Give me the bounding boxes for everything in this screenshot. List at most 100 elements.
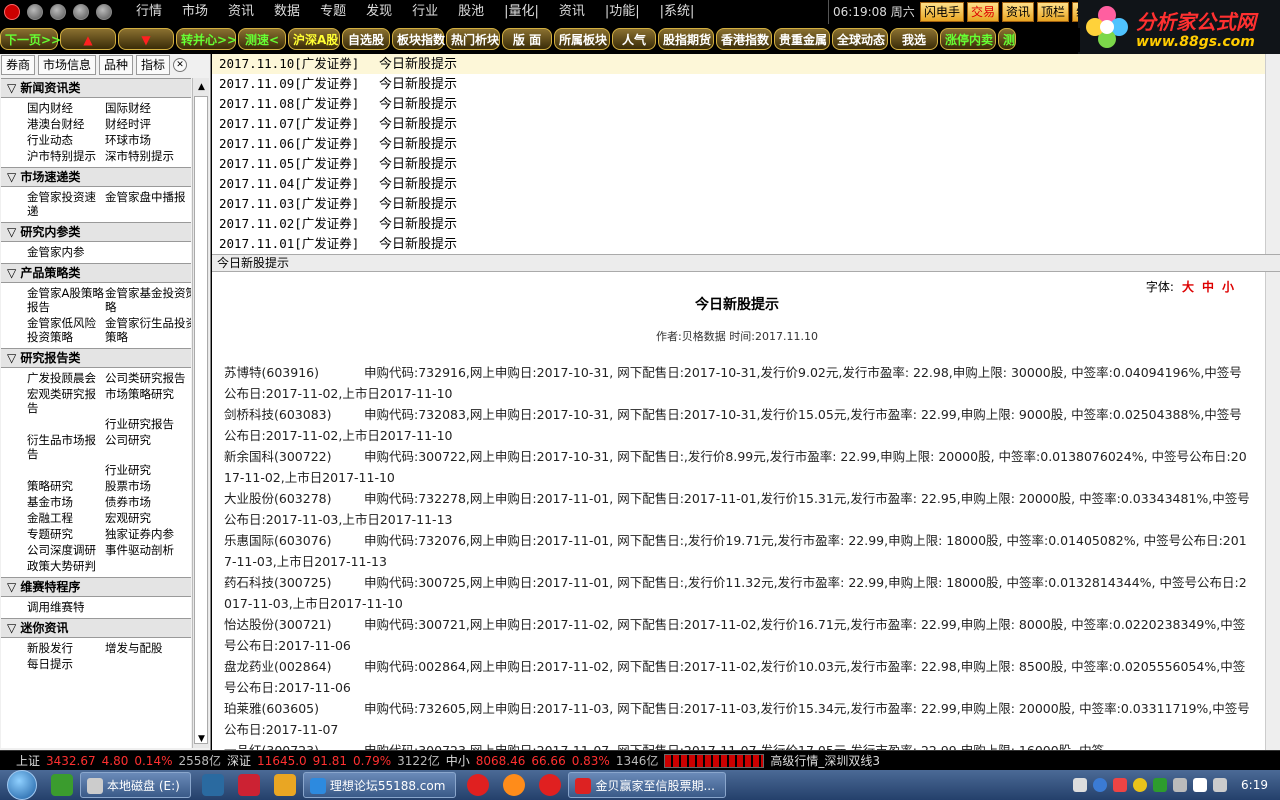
nav-link[interactable]: 每日提示 <box>27 657 105 671</box>
nav-link[interactable]: 金管家内参 <box>27 245 105 259</box>
font-large-link[interactable]: 大 <box>1182 280 1194 294</box>
nav-link[interactable]: 公司类研究报告 <box>105 371 191 385</box>
ie-icon[interactable] <box>51 774 73 796</box>
menu-item[interactable]: 行业 <box>402 0 448 24</box>
app-icon[interactable] <box>467 774 490 796</box>
left-tab[interactable]: 券商 <box>1 55 36 75</box>
nav-link[interactable]: 独家证券内参 <box>105 527 191 541</box>
nav-link[interactable]: 基金市场 <box>27 495 105 509</box>
nav-link[interactable]: 公司研究 <box>105 433 191 461</box>
news-list-row[interactable]: 2017.11.07[广发证券] 今日新股提示 <box>212 114 1280 134</box>
toolbar-button[interactable]: 转并心>> <box>176 28 237 50</box>
security-shield-icon[interactable] <box>1153 778 1168 792</box>
close-icon[interactable]: ✕ <box>173 58 188 72</box>
article-scrollbar[interactable] <box>1265 272 1280 750</box>
left-tab[interactable]: 市场信息 <box>38 55 97 75</box>
toolbar-button[interactable]: 涨停内卖 <box>940 28 996 50</box>
scroll-down-icon[interactable]: ▼ <box>194 731 209 747</box>
nav-link[interactable]: 政策大势研判 <box>27 559 105 573</box>
toolbar-button[interactable]: 全球动态 <box>832 28 888 50</box>
toolbar-button[interactable]: 自选股 <box>342 28 390 50</box>
nav-link[interactable]: 金管家盘中播报 <box>105 190 191 218</box>
nav-link[interactable]: 金管家投资速递 <box>27 190 105 218</box>
refresh-circle-icon[interactable] <box>73 4 89 20</box>
tray-app-icon[interactable] <box>1173 778 1188 792</box>
section-header[interactable]: ▽ 研究报告类 <box>1 348 191 368</box>
nav-link[interactable]: 金融工程 <box>27 511 105 525</box>
news-list-row[interactable]: 2017.11.04[广发证券] 今日新股提示 <box>212 174 1280 194</box>
menu-item[interactable]: 数据 <box>264 0 310 24</box>
section-header[interactable]: ▽ 迷你资讯 <box>1 618 191 638</box>
menu-item[interactable]: 专题 <box>310 0 356 24</box>
start-button[interactable] <box>0 770 44 800</box>
collapse-triangle-icon[interactable]: ▽ <box>7 351 20 365</box>
news-list-row[interactable]: 2017.11.10[广发证券] 今日新股提示 <box>212 54 1280 74</box>
taskbar-item-disk[interactable]: 本地磁盘 (E:) <box>80 772 191 798</box>
left-scrollbar[interactable]: ▲ ▼ <box>192 78 209 748</box>
collapse-triangle-icon[interactable]: ▽ <box>7 170 20 184</box>
toolbar-button[interactable]: 热门析块 <box>446 28 500 50</box>
news-list-row[interactable]: 2017.11.06[广发证券] 今日新股提示 <box>212 134 1280 154</box>
list-scrollbar[interactable] <box>1265 54 1280 254</box>
close-circle-icon[interactable] <box>4 4 20 20</box>
menu-item[interactable]: 发现 <box>356 0 402 24</box>
toolbar-button[interactable]: 人气 <box>612 28 656 50</box>
nav-link[interactable]: 债券市场 <box>105 495 191 509</box>
menu-item[interactable]: |系统| <box>650 0 705 24</box>
toolbar-button[interactable]: 所属板块 <box>554 28 610 50</box>
nav-link[interactable]: 金管家低风险投资策略 <box>27 316 105 344</box>
forward-circle-icon[interactable] <box>50 4 66 20</box>
network-signal-icon[interactable] <box>1193 778 1208 792</box>
nav-link[interactable]: 财经时评 <box>105 117 191 131</box>
menu-item[interactable]: 资讯 <box>549 0 595 24</box>
toolbar-button[interactable]: 贵重金属 <box>774 28 830 50</box>
nav-link[interactable]: 环球市场 <box>105 133 191 147</box>
toolbar-button[interactable]: 板块指数 <box>392 28 445 50</box>
volume-icon[interactable] <box>1213 778 1228 792</box>
nav-link[interactable]: 行业研究报告 <box>105 417 191 431</box>
menu-item[interactable]: 资讯 <box>218 0 264 24</box>
menu-item[interactable]: 股池 <box>448 0 494 24</box>
left-tab[interactable]: 品种 <box>99 55 134 75</box>
news-list-row[interactable]: 2017.11.08[广发证券] 今日新股提示 <box>212 94 1280 114</box>
taskbar-clock[interactable]: 6:19 <box>1241 778 1268 792</box>
nav-link[interactable]: 增发与配股 <box>105 641 191 655</box>
nav-link[interactable]: 金管家A股策略报告 <box>27 286 105 314</box>
nav-link[interactable]: 金管家衍生品投资策略 <box>105 316 191 344</box>
section-header[interactable]: ▽ 市场速递类 <box>1 167 191 187</box>
tool-button[interactable]: 资讯 <box>1002 2 1035 22</box>
nav-link[interactable]: 港澳台财经 <box>27 117 105 131</box>
scroll-up-icon[interactable]: ▲ <box>194 79 209 95</box>
nav-link[interactable]: 股票市场 <box>105 479 191 493</box>
font-medium-link[interactable]: 中 <box>1202 280 1214 294</box>
app-icon[interactable] <box>273 774 296 796</box>
nav-link[interactable]: 行业研究 <box>105 463 191 477</box>
menu-item[interactable]: |功能| <box>595 0 650 24</box>
collapse-triangle-icon[interactable]: ▽ <box>7 621 20 635</box>
nav-link[interactable]: 行业动态 <box>27 133 105 147</box>
toolbar-button[interactable]: 沪深A股 <box>288 28 340 50</box>
nav-link[interactable]: 深市特别提示 <box>105 149 191 163</box>
nav-link[interactable]: 国际财经 <box>105 101 191 115</box>
keyboard-icon[interactable] <box>1073 778 1088 792</box>
section-header[interactable]: ▽ 维赛特程序 <box>1 577 191 597</box>
tray-app-icon[interactable] <box>1133 778 1148 792</box>
news-list-row[interactable]: 2017.11.03[广发证券] 今日新股提示 <box>212 194 1280 214</box>
home-circle-icon[interactable] <box>96 4 112 20</box>
nav-link[interactable]: 专题研究 <box>27 527 105 541</box>
tool-button[interactable]: 交易 <box>967 2 1000 22</box>
toolbar-button[interactable]: 版 面 <box>502 28 552 50</box>
collapse-triangle-icon[interactable]: ▽ <box>7 81 20 95</box>
news-list-row[interactable]: 2017.11.05[广发证券] 今日新股提示 <box>212 154 1280 174</box>
nav-link[interactable]: 衍生品市场报告 <box>27 433 105 461</box>
app-icon[interactable] <box>201 774 224 796</box>
collapse-triangle-icon[interactable]: ▽ <box>7 266 20 280</box>
collapse-triangle-icon[interactable]: ▽ <box>7 225 20 239</box>
section-header[interactable]: ▽ 产品策略类 <box>1 263 191 283</box>
toolbar-button[interactable]: 股指期货 <box>658 28 714 50</box>
menu-item[interactable]: |量化| <box>494 0 549 24</box>
nav-link[interactable]: 金管家基金投资策略 <box>105 286 191 314</box>
toolbar-button[interactable]: ▲ <box>60 28 116 50</box>
menu-item[interactable]: 市场 <box>172 0 218 24</box>
news-list-row[interactable]: 2017.11.01[广发证券] 今日新股提示 <box>212 234 1280 254</box>
